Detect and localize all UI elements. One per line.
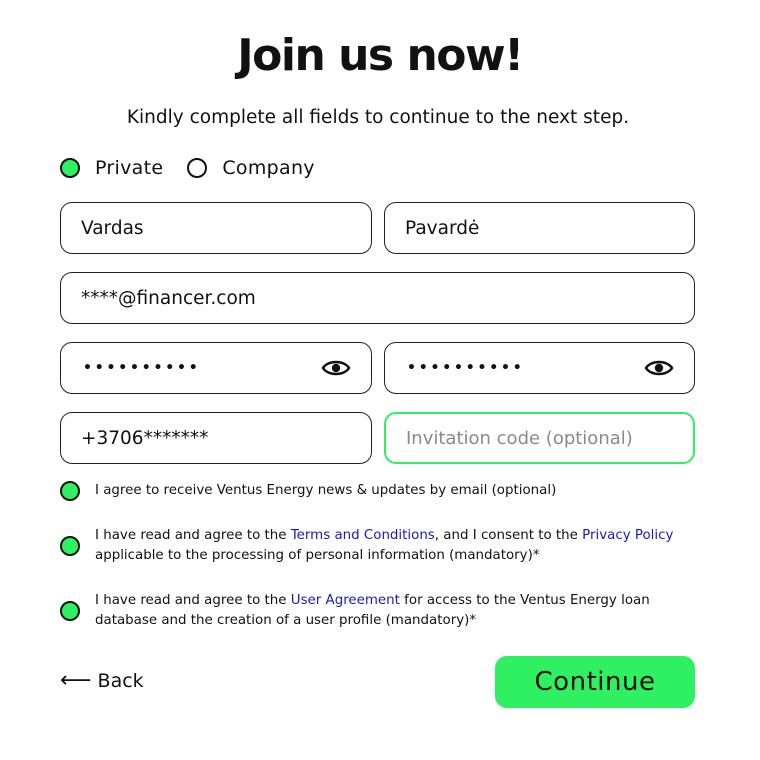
phone-value[interactable]: +3706******* (81, 428, 351, 449)
continue-button[interactable]: Continue (495, 656, 695, 708)
page-title: Join us now! (237, 30, 524, 81)
terms-link[interactable]: Terms and Conditions (291, 528, 435, 543)
email-value[interactable]: ****@financer.com (81, 288, 674, 309)
consent-user-agreement: I have read and agree to the User Agreem… (60, 591, 700, 631)
email-field[interactable]: ****@financer.com (60, 272, 695, 324)
invitation-code-field[interactable]: Invitation code (optional) (384, 412, 695, 464)
last-name-field[interactable]: Pavardė (384, 202, 695, 254)
consent-user-agreement-checkbox[interactable] (60, 601, 80, 621)
user-agreement-link[interactable]: User Agreement (291, 593, 400, 608)
consent-terms-checkbox[interactable] (60, 536, 80, 556)
first-name-field[interactable]: Vardas (60, 202, 372, 254)
consent-terms: I have read and agree to the Terms and C… (60, 526, 700, 566)
eye-icon[interactable] (321, 358, 351, 378)
consent-news: I agree to receive Ventus Energy news & … (60, 481, 700, 501)
consent-news-text: I agree to receive Ventus Energy news & … (95, 483, 557, 498)
phone-field[interactable]: +3706******* (60, 412, 372, 464)
radio-private[interactable]: Private (60, 157, 163, 179)
consent-terms-text-before: I have read and agree to the (95, 528, 291, 543)
page-subtitle: Kindly complete all fields to continue t… (126, 107, 630, 128)
radio-company-label: Company (222, 157, 315, 179)
privacy-policy-link[interactable]: Privacy Policy (582, 528, 673, 543)
account-type-radio-group: Private Company (60, 157, 339, 179)
radio-private-indicator[interactable] (60, 158, 80, 178)
confirm-password-value[interactable]: •••••••••• (405, 360, 644, 376)
first-name-value[interactable]: Vardas (81, 218, 351, 239)
invitation-code-placeholder[interactable]: Invitation code (optional) (406, 428, 673, 449)
radio-private-label: Private (95, 157, 164, 179)
consent-news-checkbox[interactable] (60, 481, 80, 501)
last-name-value[interactable]: Pavardė (405, 218, 674, 239)
back-arrow-icon: ⟵ (60, 668, 92, 693)
signup-page: Join us now! Kindly complete all fields … (0, 0, 760, 760)
password-field[interactable]: •••••••••• (60, 342, 372, 394)
consent-terms-text: I have read and agree to the Terms and C… (95, 526, 673, 566)
back-label: Back (97, 670, 144, 692)
consent-ua-text-before: I have read and agree to the (95, 593, 291, 608)
consent-terms-text-after: applicable to the processing of personal… (95, 548, 540, 563)
confirm-password-field[interactable]: •••••••••• (384, 342, 695, 394)
password-value[interactable]: •••••••••• (81, 360, 321, 376)
consent-terms-text-middle: , and I consent to the (434, 528, 583, 543)
back-button[interactable]: ⟵ Back (60, 668, 144, 693)
eye-icon[interactable] (644, 358, 674, 378)
consent-user-agreement-text: I have read and agree to the User Agreem… (95, 591, 700, 631)
radio-company[interactable]: Company (187, 157, 315, 179)
radio-company-indicator[interactable] (187, 158, 208, 178)
